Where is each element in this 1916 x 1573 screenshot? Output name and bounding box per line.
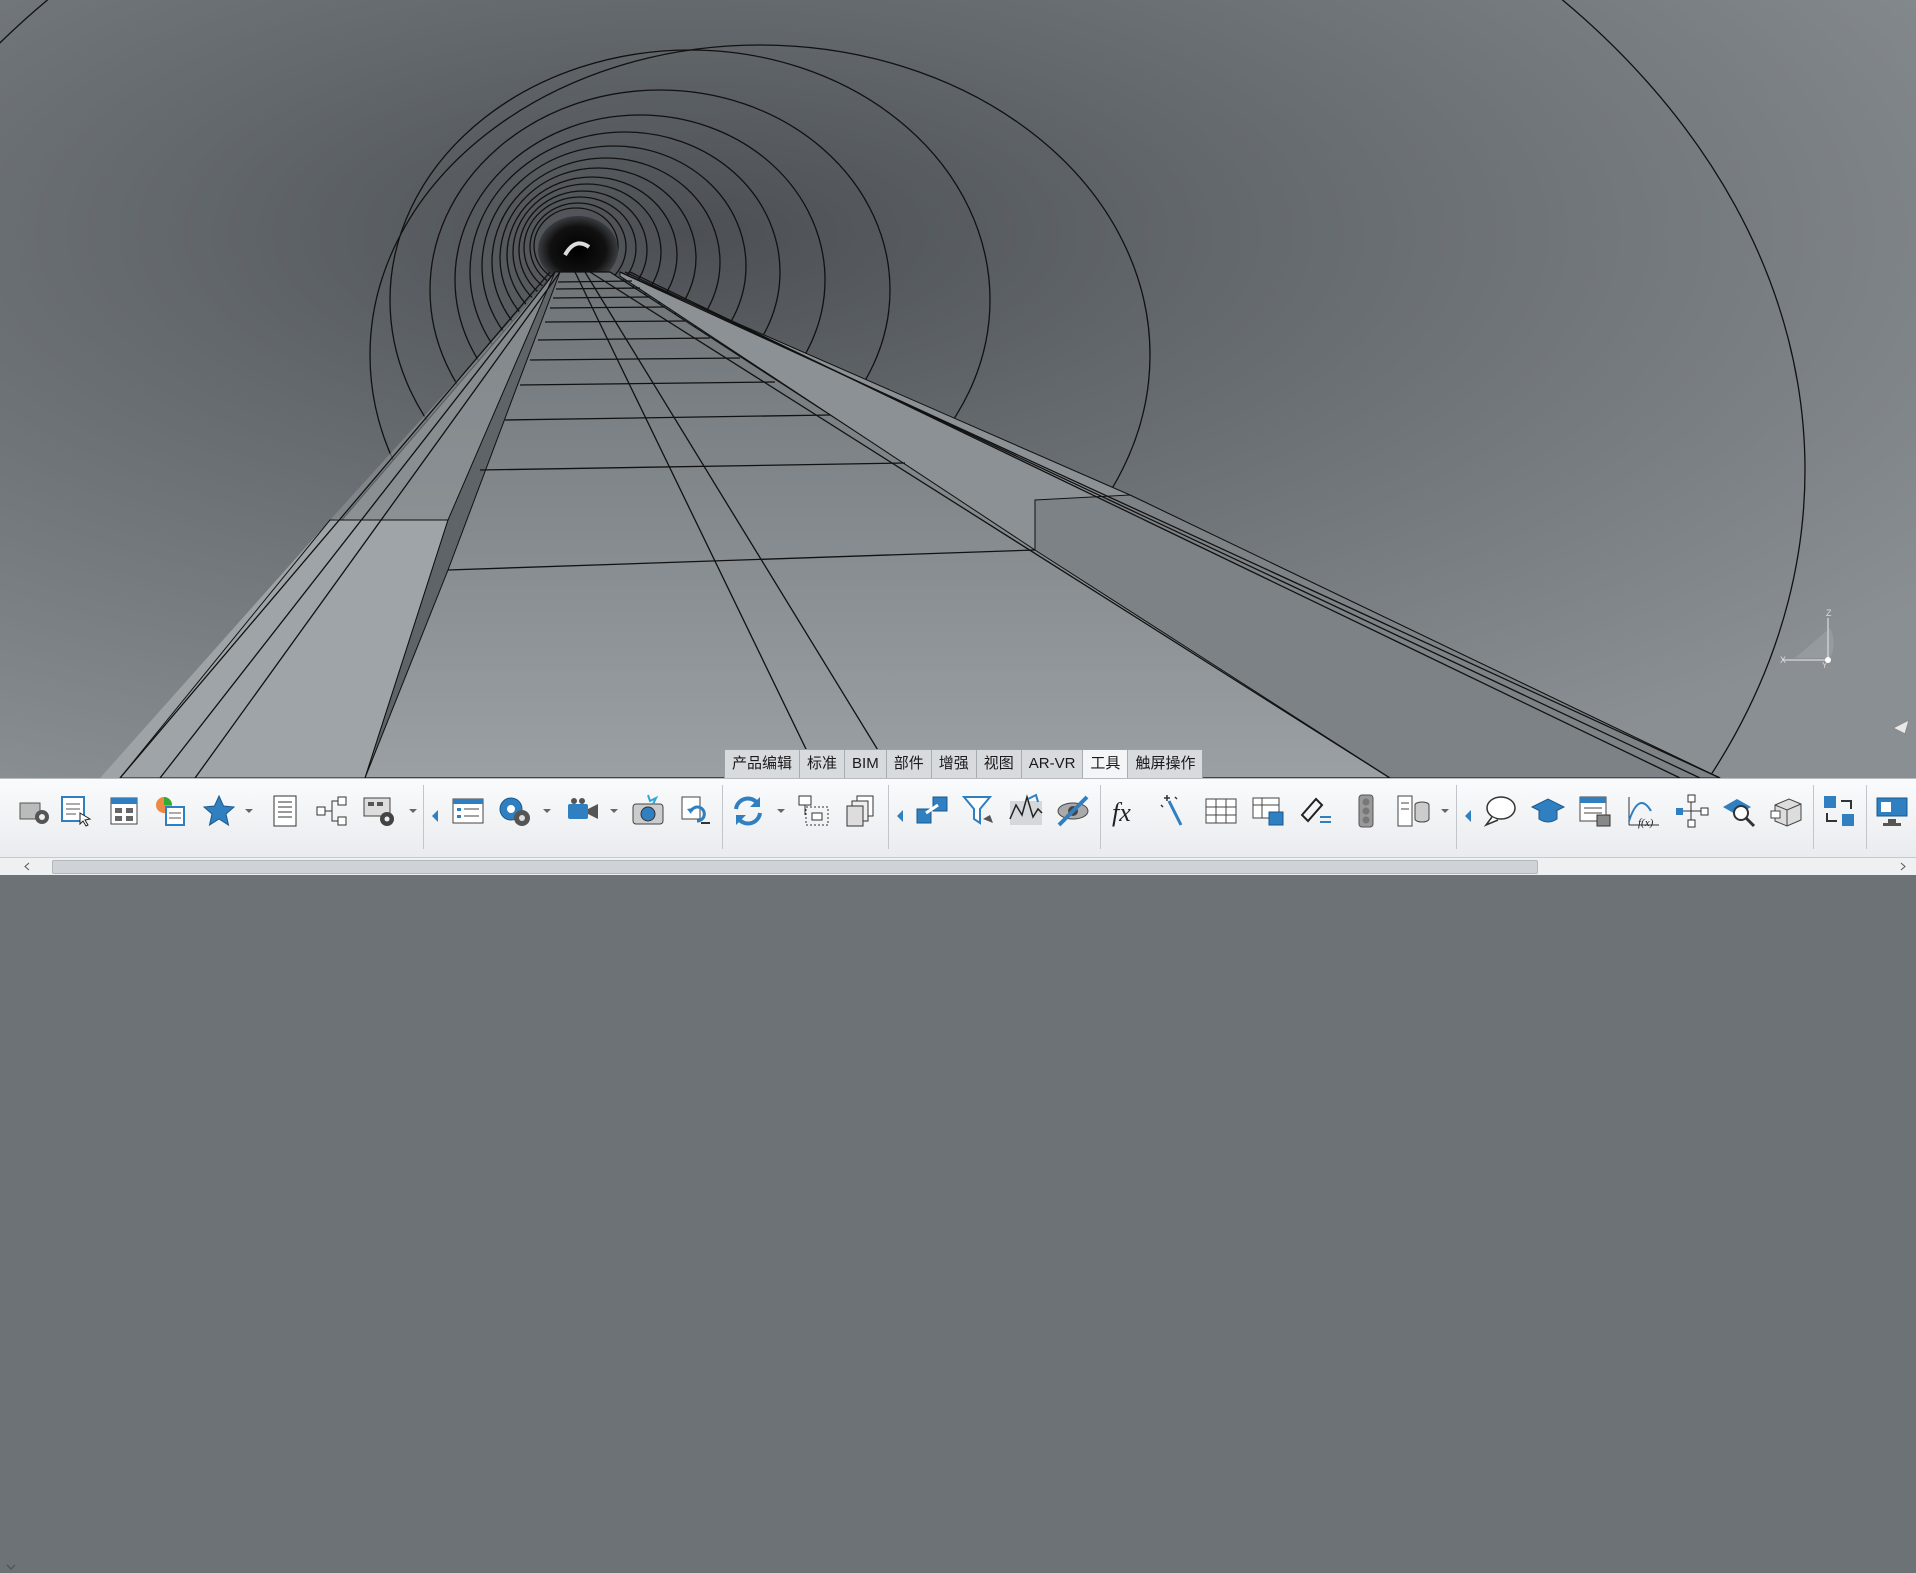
filter-icon[interactable] [961, 793, 997, 829]
tab-touch[interactable]: 触屏操作 [1128, 750, 1203, 778]
toolbar-separator [888, 785, 889, 849]
options-panel-icon[interactable] [361, 793, 397, 829]
chevron-down-icon[interactable] [542, 807, 552, 815]
table-grid-icon[interactable] [106, 793, 142, 829]
chevron-down-icon[interactable] [244, 807, 254, 815]
color-map-icon[interactable] [152, 793, 188, 829]
gear-settings-icon[interactable] [497, 793, 533, 829]
table-3d-icon[interactable] [1250, 793, 1286, 829]
graduation-cap-icon[interactable] [1530, 793, 1566, 829]
snapshot-camera-icon[interactable] [630, 793, 666, 829]
traffic-light-icon[interactable] [1348, 793, 1384, 829]
svg-text:f(x): f(x) [1638, 817, 1654, 829]
toolbar-separator [1866, 785, 1867, 849]
speech-bubble-icon[interactable] [1482, 793, 1518, 829]
chevron-down-icon[interactable] [1440, 807, 1450, 815]
tunnel-scene: X Y Z [0, 0, 1916, 778]
collapse-chevron-icon[interactable] [4, 1561, 18, 1573]
list-document-icon[interactable] [267, 793, 303, 829]
function-fx-icon[interactable]: f(x) [1626, 793, 1662, 829]
tab-enhance[interactable]: 增强 [931, 750, 977, 778]
scroll-left-arrow-icon[interactable] [430, 809, 440, 823]
scroll-right-icon[interactable] [1896, 860, 1910, 873]
magic-wand-icon[interactable] [1155, 793, 1191, 829]
axis-x-label: X [1780, 655, 1786, 665]
refresh-update-icon[interactable] [730, 793, 766, 829]
scroll-left-icon[interactable] [20, 860, 34, 873]
chevron-down-icon[interactable] [609, 807, 619, 815]
svg-text:fx: fx [1112, 798, 1131, 827]
tree-structure-icon[interactable] [314, 793, 350, 829]
ribbon-tabs: 产品编辑 标准 BIM 部件 增强 视图 AR-VR 工具 触屏操作 [724, 749, 1204, 778]
workflow-icon[interactable] [1674, 793, 1710, 829]
chevron-down-icon[interactable] [408, 807, 418, 815]
hide-show-icon[interactable] [1055, 793, 1091, 829]
stack-documents-icon[interactable] [843, 793, 879, 829]
horizontal-scrollbar[interactable] [0, 857, 1916, 875]
tab-standard[interactable]: 标准 [800, 750, 846, 778]
display-screen-icon[interactable] [1874, 793, 1910, 829]
properties-select-icon[interactable] [58, 793, 94, 829]
tab-product-edit[interactable]: 产品编辑 [725, 750, 801, 778]
measure-icon[interactable] [1298, 793, 1334, 829]
scroll-left-arrow-icon[interactable] [895, 809, 905, 823]
tab-view[interactable]: 视图 [976, 750, 1022, 778]
3d-viewport[interactable]: X Y Z [0, 0, 1916, 778]
connect-parts-icon[interactable] [914, 793, 950, 829]
table-icon[interactable] [1203, 793, 1239, 829]
box-view-icon[interactable] [1769, 793, 1805, 829]
select-region-icon[interactable] [796, 793, 832, 829]
axis-z-label: Z [1826, 608, 1832, 618]
toolbar-separator [722, 785, 723, 849]
database-icon[interactable] [1395, 793, 1431, 829]
star-favorite-icon[interactable] [201, 793, 237, 829]
tab-ar-vr[interactable]: AR-VR [1021, 750, 1084, 778]
chevron-down-icon[interactable] [776, 807, 786, 815]
toolbar-separator [423, 785, 424, 849]
properties-list-icon[interactable] [450, 793, 486, 829]
report-icon[interactable] [1577, 793, 1613, 829]
axis-y-label: Y [1822, 661, 1828, 670]
swap-views-icon[interactable] [1821, 793, 1857, 829]
undo-steps-icon[interactable] [677, 793, 713, 829]
toolbar-separator [1813, 785, 1814, 849]
tab-parts[interactable]: 部件 [886, 750, 932, 778]
search-inspect-icon[interactable] [1721, 793, 1757, 829]
scroll-left-arrow-icon[interactable] [1463, 809, 1473, 823]
toolbar-separator [1100, 785, 1101, 849]
machine-settings-icon[interactable] [16, 793, 52, 829]
tab-tools[interactable]: 工具 [1083, 750, 1129, 778]
analysis-wave-icon[interactable] [1008, 793, 1044, 829]
scrollbar-thumb[interactable] [52, 860, 1538, 874]
ribbon-toolbar: fx f(x) [0, 778, 1916, 1571]
toolbar-separator [1456, 785, 1457, 849]
video-camera-icon[interactable] [565, 793, 601, 829]
formula-fx-icon[interactable]: fx [1110, 793, 1146, 829]
tab-bim[interactable]: BIM [845, 750, 887, 778]
